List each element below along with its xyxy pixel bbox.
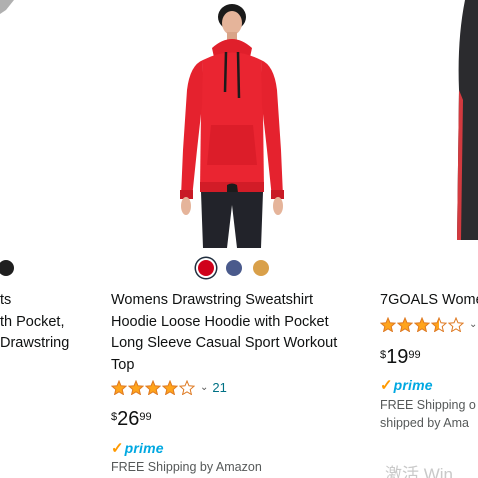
right-shipping-line-1: FREE Shipping o: [380, 398, 476, 412]
left-product-image[interactable]: [0, 0, 14, 24]
price-fraction: 99: [139, 411, 152, 423]
center-prime-badge: ✓ prime: [111, 439, 164, 457]
center-product-title-line-4[interactable]: Top: [111, 355, 134, 377]
center-color-swatch-navy[interactable]: [226, 260, 242, 276]
left-color-swatch[interactable]: [0, 260, 14, 276]
prime-check-icon: ✓: [111, 439, 124, 457]
right-product-image[interactable]: [455, 0, 478, 248]
star-icon: [379, 316, 397, 333]
star-icon: [144, 379, 162, 396]
center-rating[interactable]: ⌄ 21: [110, 379, 227, 396]
center-product-title-line-2[interactable]: Hoodie Loose Hoodie with Pocket: [111, 312, 329, 334]
left-product-title-line-2[interactable]: th Pocket,: [0, 312, 64, 334]
right-prime-badge: ✓ prime: [380, 376, 433, 394]
center-color-swatch-red[interactable]: [198, 260, 214, 276]
center-product-title-line-3[interactable]: Long Sleeve Casual Sport Workout: [111, 333, 337, 355]
right-product-title[interactable]: 7GOALS Wome: [380, 290, 478, 312]
chevron-down-icon[interactable]: ⌄: [469, 319, 477, 330]
windows-activation-watermark: 激活 Win: [385, 465, 453, 478]
star-icon: [396, 316, 414, 333]
center-product-title-line-1[interactable]: Womens Drawstring Sweatshirt: [111, 290, 313, 312]
price-whole: 19: [386, 346, 409, 368]
left-product-title-line-3[interactable]: Drawstring: [0, 333, 69, 355]
prime-label: prime: [393, 377, 433, 393]
right-price[interactable]: $ 19 99: [380, 346, 421, 368]
prime-label: prime: [124, 440, 164, 456]
prime-check-icon: ✓: [380, 376, 393, 394]
price-whole: 26: [117, 408, 140, 430]
star-icon: [430, 316, 448, 333]
review-count-link[interactable]: 21: [212, 380, 226, 395]
left-product-title-line-1[interactable]: ts: [0, 290, 11, 312]
star-icon: [161, 379, 179, 396]
star-icon: [127, 379, 145, 396]
center-price[interactable]: $ 26 99: [111, 408, 152, 430]
star-icon: [447, 316, 465, 333]
center-product-image[interactable]: [165, 0, 295, 248]
center-shipping-text: FREE Shipping by Amazon: [111, 460, 262, 474]
chevron-down-icon[interactable]: ⌄: [200, 382, 208, 393]
right-shipping-line-2: shipped by Ama: [380, 416, 469, 430]
star-icon: [413, 316, 431, 333]
star-icon: [178, 379, 196, 396]
star-icon: [110, 379, 128, 396]
center-color-swatch-tan[interactable]: [253, 260, 269, 276]
right-rating[interactable]: ⌄ 2: [379, 316, 478, 333]
price-fraction: 99: [408, 349, 421, 361]
